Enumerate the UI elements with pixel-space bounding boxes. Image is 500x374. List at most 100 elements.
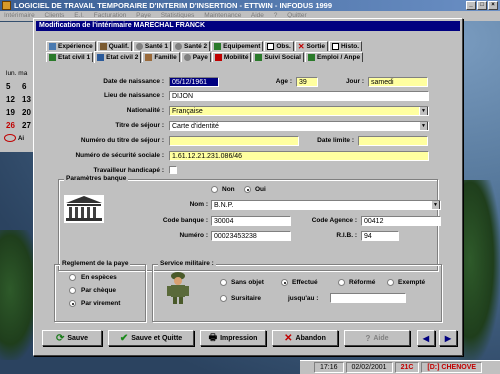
secu-label: Numéro de sécurité sociale : xyxy=(75,152,164,159)
reglement-cheque-radio[interactable] xyxy=(69,287,76,294)
impression-button[interactable]: 🖶 Impression xyxy=(200,330,266,346)
jour-field[interactable]: samedi xyxy=(368,77,428,87)
date-limite-field[interactable] xyxy=(358,136,428,146)
tab-obs[interactable]: Obs. xyxy=(264,41,294,51)
previous-button[interactable]: ◀ xyxy=(417,330,435,346)
social-icon xyxy=(255,54,263,61)
health-icon xyxy=(175,43,183,50)
tab-mobilite[interactable]: Mobilité xyxy=(211,52,252,62)
date-naissance-field[interactable]: 05/12/1961 xyxy=(169,77,219,87)
tab-label: Obs. xyxy=(276,43,291,50)
tab-histo[interactable]: Histo. xyxy=(328,41,363,51)
jusquau-field[interactable] xyxy=(330,293,406,303)
sauve-quitte-button[interactable]: ✔ Sauve et Quitte xyxy=(108,330,194,346)
banque-oui-radio[interactable] xyxy=(244,186,251,193)
checkmark-icon: ✔ xyxy=(119,332,129,344)
tab-famille[interactable]: Famille xyxy=(142,52,180,62)
calendar-day-headers: lun. ma xyxy=(6,70,28,77)
titre-sejour-label: Titre de séjour : xyxy=(115,122,164,129)
tab-label: Santé 2 xyxy=(184,43,208,50)
age-field[interactable]: 39 xyxy=(296,77,318,87)
id-card-icon xyxy=(97,54,105,61)
minimize-icon[interactable]: _ xyxy=(466,1,476,10)
numero-field[interactable]: 00023453238 xyxy=(211,231,291,241)
handicape-checkbox[interactable] xyxy=(169,166,177,174)
tab-sortie[interactable]: ✕ Sortie xyxy=(294,41,328,51)
titre-sejour-value: Carte d'identité xyxy=(172,123,219,130)
sauve-button[interactable]: ⟳ Sauve xyxy=(42,330,102,346)
service-effectue-label: Effectué xyxy=(292,279,318,286)
next-button[interactable]: ▶ xyxy=(439,330,457,346)
nationalite-select[interactable]: Française ▼ xyxy=(169,106,429,116)
lieu-naissance-label: Lieu de naissance : xyxy=(104,92,164,99)
history-icon xyxy=(331,43,339,50)
service-reforme-radio[interactable] xyxy=(338,279,345,286)
tab-emploi-anpe[interactable]: Emploi / Anpe xyxy=(304,52,364,62)
tab-label: Expérience xyxy=(58,43,93,50)
banque-nom-value: B.N.P. xyxy=(214,202,234,209)
printer-icon: 🖶 xyxy=(208,332,218,342)
soldier-icon xyxy=(167,272,189,304)
tab-label: Santé 1 xyxy=(144,43,169,50)
banque-nom-select[interactable]: B.N.P. ▼ xyxy=(211,200,441,210)
num-titre-field[interactable] xyxy=(169,136,299,146)
jour-label: Jour : xyxy=(345,78,364,85)
tab-label: Suivi Social xyxy=(264,54,301,61)
service-reforme-label: Réformé xyxy=(349,279,376,286)
employee-dialog: Modification de l'intérimaire MARECHAL F… xyxy=(33,18,463,356)
tab-label: Paye xyxy=(192,54,208,61)
abandon-button-label: Abandon xyxy=(295,334,326,342)
close-icon[interactable]: × xyxy=(488,1,498,10)
tab-etat-civil-1[interactable]: Etat civil 1 xyxy=(46,52,94,62)
jusquau-label: jusqu'au : xyxy=(288,295,319,302)
service-exempte-label: Exempté xyxy=(398,279,426,286)
service-sans-objet-radio[interactable] xyxy=(220,279,227,286)
tab-suivi-social[interactable]: Suivi Social xyxy=(252,52,304,62)
reglement-virement-radio[interactable] xyxy=(69,300,76,307)
aide-button[interactable]: ? Aide xyxy=(344,330,410,346)
lieu-naissance-field[interactable]: DIJON xyxy=(169,91,429,101)
app-title: LOGICIEL DE TRAVAIL TEMPORAIRE D'INTERIM… xyxy=(14,1,333,10)
tab-etat-civil-2[interactable]: Etat civil 2 xyxy=(94,51,142,63)
notes-icon xyxy=(267,43,275,50)
banque-non-radio[interactable] xyxy=(211,186,218,193)
tab-qualif[interactable]: Qualif. xyxy=(96,41,132,51)
reglement-especes-radio[interactable] xyxy=(69,274,76,281)
reglement-especes-label: En espèces xyxy=(81,274,117,281)
code-banque-field[interactable]: 30004 xyxy=(211,216,291,226)
banque-group-title: Paramètres banque xyxy=(64,175,129,182)
tab-label: Histo. xyxy=(340,43,360,50)
tab-paye[interactable]: Paye xyxy=(180,52,211,62)
tab-experience[interactable]: Expérience xyxy=(46,41,96,51)
abandon-button[interactable]: ✕ Abandon xyxy=(272,330,338,346)
code-agence-field[interactable]: 00412 xyxy=(361,216,441,226)
menu-interimaire[interactable]: Intérimaire xyxy=(4,12,35,19)
titre-sejour-select[interactable]: Carte d'identité ▼ xyxy=(169,121,429,131)
service-sursitaire-radio[interactable] xyxy=(220,295,227,302)
secu-field[interactable]: 1.61.12.21.231.086/46 xyxy=(169,151,429,161)
nationalite-value: Française xyxy=(172,108,203,115)
chevron-down-icon[interactable]: ▼ xyxy=(419,122,428,130)
service-sans-objet-label: Sans objet xyxy=(231,279,264,286)
arrow-right-icon: ▶ xyxy=(444,333,452,343)
cancel-icon: ✕ xyxy=(284,332,293,344)
chevron-down-icon[interactable]: ▼ xyxy=(431,201,440,209)
service-sursitaire-label: Sursitaire xyxy=(231,295,261,302)
rib-field[interactable]: 94 xyxy=(361,231,399,241)
service-exempte-radio[interactable] xyxy=(387,279,394,286)
aide-button-label: Aide xyxy=(373,334,389,342)
tab-sante-2[interactable]: Santé 2 xyxy=(172,41,211,51)
age-label: Age : xyxy=(275,78,292,85)
chevron-down-icon[interactable]: ▼ xyxy=(419,107,428,115)
tab-row-1: Expérience Qualif. Santé 1 Santé 2 Equip… xyxy=(46,41,363,51)
maximize-icon[interactable]: □ xyxy=(477,1,487,10)
banque-oui-label: Oui xyxy=(255,186,266,193)
family-icon xyxy=(145,54,153,61)
tab-label: Qualif. xyxy=(108,43,129,50)
taskbar-user: [D:] CHENOVE xyxy=(421,362,483,373)
tab-equipement[interactable]: Equipement xyxy=(211,41,264,51)
reglement-virement-label: Par virement xyxy=(81,300,121,307)
sauve-quitte-button-label: Sauve et Quitte xyxy=(131,334,183,342)
service-effectue-radio[interactable] xyxy=(281,279,288,286)
tab-sante-1[interactable]: Santé 1 xyxy=(132,41,172,51)
